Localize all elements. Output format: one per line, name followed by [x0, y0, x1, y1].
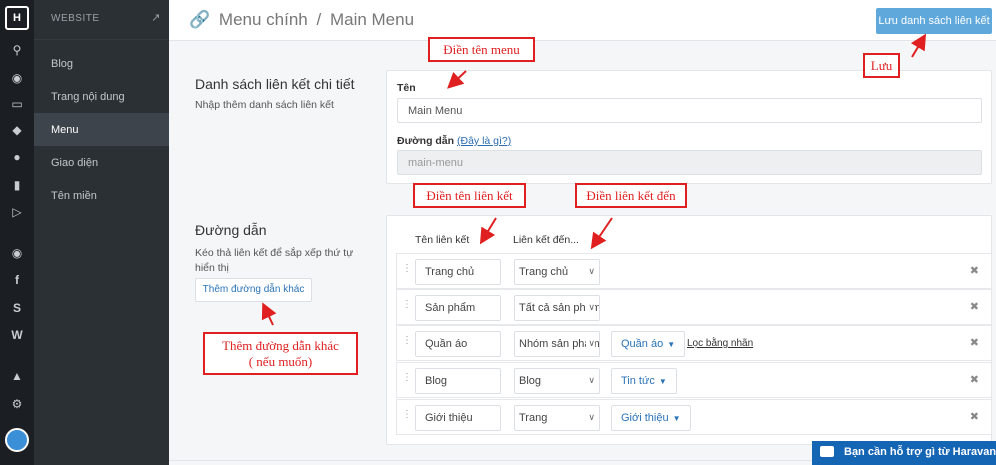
chat-bubble-icon: [820, 446, 834, 457]
arrow-to-save-button: [910, 33, 927, 58]
arrow-to-add-button: [261, 302, 277, 326]
arrow-to-column-target: [590, 217, 613, 250]
support-chat-button[interactable]: Bạn cần hỗ trợ gì từ Haravan?: [812, 441, 996, 465]
support-chat-label: Bạn cần hỗ trợ gì từ Haravan?: [844, 446, 996, 458]
arrow-to-name-input: [447, 70, 467, 89]
arrow-to-column-name: [479, 217, 497, 245]
annotation-arrows: [261, 33, 927, 326]
